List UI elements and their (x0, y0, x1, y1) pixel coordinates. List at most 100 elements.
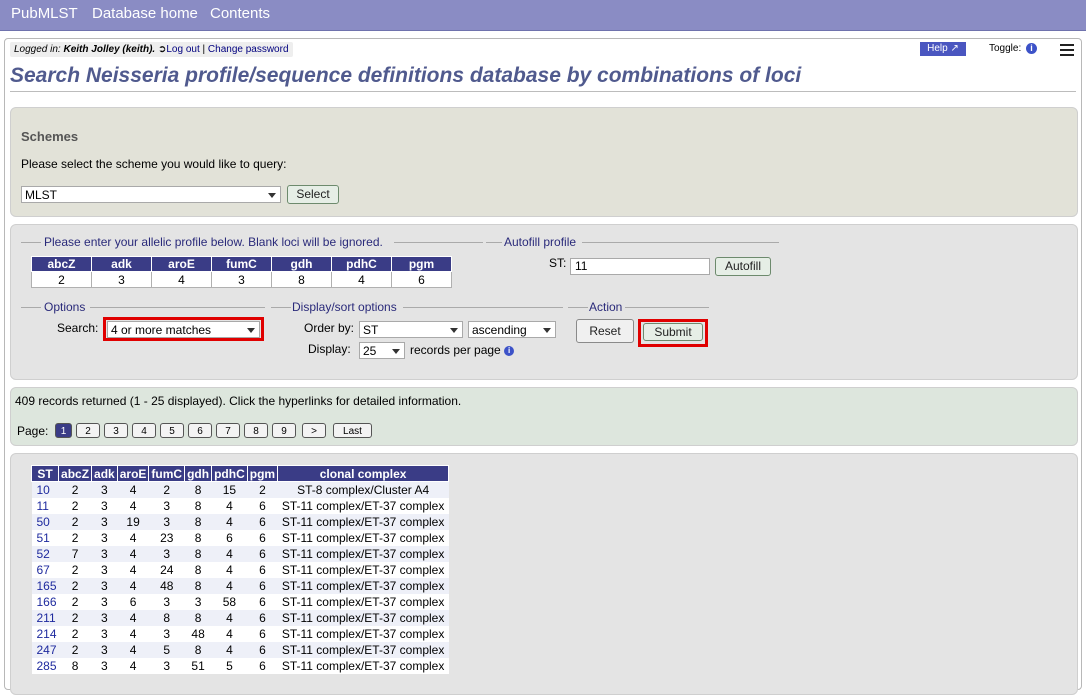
locus-input[interactable]: 3 (91, 271, 152, 288)
st-link[interactable]: 50 (31, 514, 59, 530)
column-header[interactable]: adk (91, 465, 118, 482)
table-cell: 19 (117, 514, 149, 530)
column-header[interactable]: ST (30, 465, 60, 482)
st-link[interactable]: 214 (31, 626, 59, 642)
table-cell: 4 (211, 546, 248, 562)
table-cell: 8 (184, 562, 212, 578)
external-link-icon: ↗ (950, 43, 959, 54)
column-header[interactable]: abcZ (58, 465, 93, 482)
locus-input[interactable]: 4 (151, 271, 212, 288)
table-cell: 2 (247, 481, 278, 498)
scheme-select-value: MLST (25, 188, 58, 202)
table-cell: 3 (91, 562, 118, 578)
autofill-button[interactable]: Autofill (715, 257, 771, 276)
locus-input[interactable]: 3 (211, 271, 272, 288)
toggle-control[interactable]: Toggle: i (989, 43, 1038, 54)
highlight-submit-button (638, 319, 708, 347)
column-header[interactable]: aroE (116, 465, 150, 482)
nav-pubmlst-link[interactable]: PubMLST (11, 5, 78, 22)
page-button-3[interactable]: 3 (104, 423, 128, 438)
hamburger-menu-icon[interactable] (1060, 44, 1074, 59)
page-button-9[interactable]: 9 (272, 423, 296, 438)
highlight-search-select (103, 317, 264, 341)
nav-contents-link[interactable]: Contents (210, 5, 270, 22)
table-cell: 4 (117, 642, 149, 658)
table-cell: ST-11 complex/ET-37 complex (277, 642, 449, 658)
st-link[interactable]: 247 (31, 642, 59, 658)
locus-input[interactable]: 6 (391, 271, 452, 288)
locus-header: abcZ (31, 256, 92, 272)
locus-header: adk (91, 256, 152, 272)
table-cell: 2 (58, 594, 92, 610)
table-cell: 5 (211, 658, 248, 674)
table-cell: 3 (148, 594, 185, 610)
st-link[interactable]: 67 (31, 562, 59, 578)
info-icon[interactable]: i (1026, 43, 1038, 54)
st-link[interactable]: 165 (31, 578, 59, 594)
scheme-select[interactable]: MLST (21, 186, 281, 203)
locus-input[interactable]: 4 (331, 271, 392, 288)
table-cell: 2 (58, 530, 92, 546)
table-cell: 3 (91, 530, 118, 546)
column-header[interactable]: pdhC (211, 465, 248, 482)
locus-input[interactable]: 2 (31, 271, 92, 288)
schemes-heading: Schemes (21, 129, 79, 144)
table-cell: ST-11 complex/ET-37 complex (277, 514, 449, 530)
table-cell: 3 (148, 546, 185, 562)
st-link[interactable]: 52 (31, 546, 59, 562)
page-button-5[interactable]: 5 (160, 423, 184, 438)
reset-button[interactable]: Reset (576, 319, 634, 343)
column-header[interactable]: gdh (184, 465, 213, 482)
info-icon[interactable]: i (504, 345, 515, 356)
next-page-button[interactable]: > (302, 423, 326, 438)
table-cell: 6 (247, 642, 278, 658)
table-cell: 4 (211, 578, 248, 594)
table-row: 165 2 3 4 48 8 4 6 ST-11 complex/ET-37 complex (31, 578, 449, 594)
column-header[interactable]: clonal complex (277, 465, 450, 482)
table-cell: 8 (184, 481, 212, 498)
table-cell: 4 (117, 578, 149, 594)
table-cell: ST-11 complex/ET-37 complex (277, 626, 449, 642)
table-row: 67 2 3 4 24 8 4 6 ST-11 complex/ET-37 complex (31, 562, 449, 578)
last-page-button[interactable]: Last (333, 423, 372, 438)
locus-input[interactable]: 8 (271, 271, 332, 288)
table-cell: ST-11 complex/ET-37 complex (277, 658, 449, 674)
order-by-label: Order by: (304, 321, 355, 335)
table-cell: ST-11 complex/ET-37 complex (277, 562, 449, 578)
page-button-7[interactable]: 7 (216, 423, 240, 438)
table-cell: 2 (58, 578, 92, 594)
table-cell: 4 (211, 610, 248, 626)
table-cell: 3 (91, 481, 118, 498)
page-button-6[interactable]: 6 (188, 423, 212, 438)
table-cell: 3 (148, 626, 185, 642)
page-button-2[interactable]: 2 (76, 423, 100, 438)
table-cell: 4 (211, 562, 248, 578)
st-link[interactable]: 211 (31, 610, 59, 626)
order-by-select[interactable]: ST (359, 321, 463, 338)
locus-header: pdhC (331, 256, 392, 272)
st-link[interactable]: 51 (31, 530, 59, 546)
sort-direction-select[interactable]: ascending (468, 321, 556, 338)
select-scheme-button[interactable]: Select (287, 185, 339, 204)
st-link[interactable]: 11 (31, 498, 59, 514)
chevron-down-icon (450, 328, 458, 333)
help-button[interactable]: Help ↗ (920, 42, 966, 56)
page-button-1[interactable]: 1 (55, 423, 72, 438)
records-per-page-select[interactable]: 25 (359, 342, 405, 359)
chevron-down-icon (392, 349, 400, 354)
page-button-8[interactable]: 8 (244, 423, 268, 438)
column-header[interactable]: fumC (148, 465, 186, 482)
st-link[interactable]: 285 (31, 658, 59, 674)
nav-database-home-link[interactable]: Database home (92, 5, 198, 22)
st-link[interactable]: 166 (31, 594, 59, 610)
st-link[interactable]: 10 (31, 481, 59, 498)
top-nav-bar: PubMLST Database home Contents (0, 0, 1086, 31)
page-button-4[interactable]: 4 (132, 423, 156, 438)
column-header[interactable]: pgm (246, 465, 279, 482)
table-cell: 4 (117, 626, 149, 642)
change-password-link[interactable]: Change password (208, 44, 289, 55)
table-cell: 6 (247, 578, 278, 594)
user-name: Keith Jolley (keith). (63, 44, 156, 55)
logout-link[interactable]: Log out (166, 44, 199, 55)
st-input[interactable]: 11 (570, 258, 710, 275)
